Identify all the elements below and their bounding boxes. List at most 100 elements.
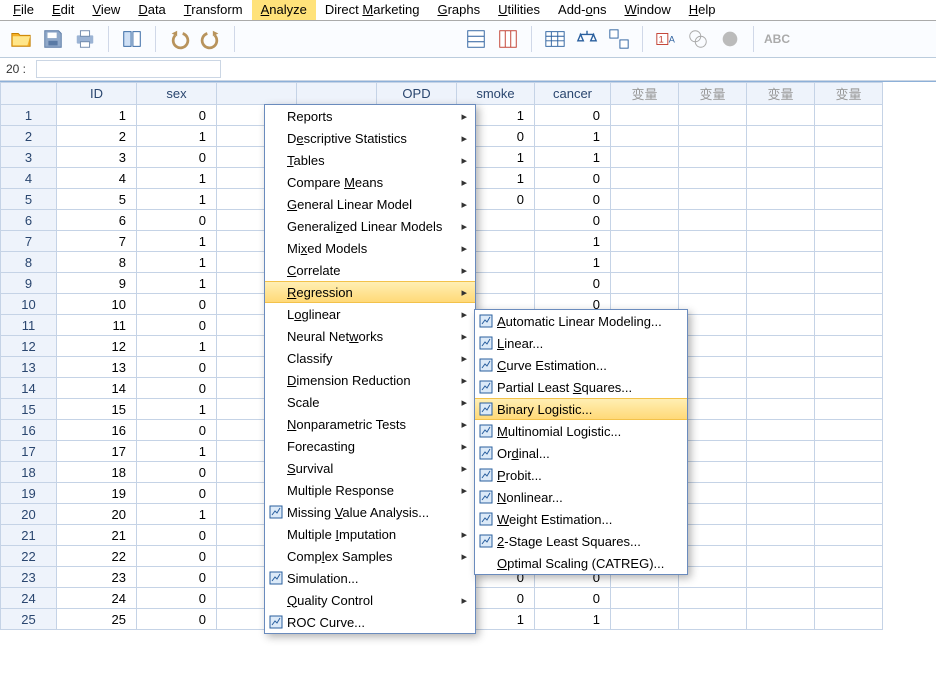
menu-data[interactable]: Data bbox=[129, 0, 174, 20]
cell-empty[interactable] bbox=[747, 357, 815, 378]
cell-cancer[interactable]: 1 bbox=[535, 147, 611, 168]
cell-sex[interactable]: 1 bbox=[137, 231, 217, 252]
cell-sex[interactable]: 1 bbox=[137, 399, 217, 420]
row-header[interactable]: 7 bbox=[1, 231, 57, 252]
row-header[interactable]: 13 bbox=[1, 357, 57, 378]
goto-case-icon[interactable] bbox=[463, 26, 489, 52]
menu-direct-marketing[interactable]: Direct Marketing bbox=[316, 0, 429, 20]
cell-cancer[interactable]: 0 bbox=[535, 105, 611, 126]
cell-empty[interactable] bbox=[611, 147, 679, 168]
cell-empty[interactable] bbox=[679, 147, 747, 168]
cell-value-input[interactable] bbox=[36, 60, 221, 78]
cell-empty[interactable] bbox=[815, 504, 883, 525]
cell-empty[interactable] bbox=[611, 609, 679, 630]
cell-empty[interactable] bbox=[815, 483, 883, 504]
cell-empty[interactable] bbox=[611, 189, 679, 210]
value-labels-icon[interactable]: 1A bbox=[653, 26, 679, 52]
cell-empty[interactable] bbox=[611, 105, 679, 126]
row-header[interactable]: 19 bbox=[1, 483, 57, 504]
regression-item-2-stage-least-squares[interactable]: 2-Stage Least Squares... bbox=[475, 530, 687, 552]
analyze-item-missing-value-analysis[interactable]: Missing Value Analysis... bbox=[265, 501, 475, 523]
cell-sex[interactable]: 0 bbox=[137, 567, 217, 588]
cell-empty[interactable] bbox=[747, 294, 815, 315]
row-header[interactable]: 12 bbox=[1, 336, 57, 357]
cell-empty[interactable] bbox=[679, 336, 747, 357]
cell-empty[interactable] bbox=[815, 168, 883, 189]
cell-id[interactable]: 5 bbox=[57, 189, 137, 210]
cell-id[interactable]: 15 bbox=[57, 399, 137, 420]
cell-empty[interactable] bbox=[747, 546, 815, 567]
cell-sex[interactable]: 0 bbox=[137, 525, 217, 546]
row-header[interactable]: 20 bbox=[1, 504, 57, 525]
cell-empty[interactable] bbox=[747, 609, 815, 630]
cell-empty[interactable] bbox=[747, 315, 815, 336]
row-header[interactable]: 25 bbox=[1, 609, 57, 630]
col-header-smoke[interactable]: smoke bbox=[457, 83, 535, 105]
undo-icon[interactable] bbox=[166, 26, 192, 52]
regression-item-probit[interactable]: Probit... bbox=[475, 464, 687, 486]
cell-id[interactable]: 17 bbox=[57, 441, 137, 462]
analyze-item-simulation[interactable]: Simulation... bbox=[265, 567, 475, 589]
row-header[interactable]: 5 bbox=[1, 189, 57, 210]
split-file-icon[interactable] bbox=[606, 26, 632, 52]
cell-empty[interactable] bbox=[679, 420, 747, 441]
analyze-item-descriptive-statistics[interactable]: Descriptive Statistics bbox=[265, 127, 475, 149]
cell-cancer[interactable]: 1 bbox=[535, 609, 611, 630]
cell-empty[interactable] bbox=[747, 231, 815, 252]
analyze-item-correlate[interactable]: Correlate bbox=[265, 259, 475, 281]
row-header[interactable]: 15 bbox=[1, 399, 57, 420]
row-header[interactable]: 14 bbox=[1, 378, 57, 399]
analyze-item-scale[interactable]: Scale bbox=[265, 391, 475, 413]
analyze-item-dimension-reduction[interactable]: Dimension Reduction bbox=[265, 369, 475, 391]
cell-cancer[interactable]: 0 bbox=[535, 168, 611, 189]
cell-empty[interactable] bbox=[747, 420, 815, 441]
cell-empty[interactable] bbox=[747, 567, 815, 588]
cell-empty[interactable] bbox=[815, 231, 883, 252]
open-icon[interactable] bbox=[8, 26, 34, 52]
cell-empty[interactable] bbox=[815, 273, 883, 294]
col-header-var3[interactable]: 变量 bbox=[747, 83, 815, 105]
cell-empty[interactable] bbox=[747, 378, 815, 399]
regression-item-curve-estimation[interactable]: Curve Estimation... bbox=[475, 354, 687, 376]
cell-empty[interactable] bbox=[679, 189, 747, 210]
cell-id[interactable]: 19 bbox=[57, 483, 137, 504]
cell-empty[interactable] bbox=[679, 252, 747, 273]
menu-transform[interactable]: Transform bbox=[175, 0, 252, 20]
cell-sex[interactable]: 0 bbox=[137, 420, 217, 441]
col-header-var4[interactable]: 变量 bbox=[815, 83, 883, 105]
cell-id[interactable]: 2 bbox=[57, 126, 137, 147]
cell-id[interactable]: 14 bbox=[57, 378, 137, 399]
row-header[interactable]: 8 bbox=[1, 252, 57, 273]
cell-empty[interactable] bbox=[679, 588, 747, 609]
cell-empty[interactable] bbox=[747, 462, 815, 483]
cell-empty[interactable] bbox=[815, 399, 883, 420]
row-header[interactable]: 17 bbox=[1, 441, 57, 462]
analyze-item-loglinear[interactable]: Loglinear bbox=[265, 303, 475, 325]
cell-sex[interactable]: 0 bbox=[137, 210, 217, 231]
cell-id[interactable]: 16 bbox=[57, 420, 137, 441]
cell-empty[interactable] bbox=[611, 252, 679, 273]
analyze-item-survival[interactable]: Survival bbox=[265, 457, 475, 479]
analyze-item-general-linear-model[interactable]: General Linear Model bbox=[265, 193, 475, 215]
cell-empty[interactable] bbox=[611, 168, 679, 189]
row-header[interactable]: 21 bbox=[1, 525, 57, 546]
cell-empty[interactable] bbox=[679, 231, 747, 252]
row-header[interactable]: 3 bbox=[1, 147, 57, 168]
cell-empty[interactable] bbox=[679, 504, 747, 525]
menu-addons[interactable]: Add-ons bbox=[549, 0, 615, 20]
analyze-item-forecasting[interactable]: Forecasting bbox=[265, 435, 475, 457]
menu-analyze[interactable]: Analyze bbox=[252, 0, 316, 20]
weight-icon[interactable] bbox=[574, 26, 600, 52]
print-icon[interactable] bbox=[72, 26, 98, 52]
cell-empty[interactable] bbox=[679, 609, 747, 630]
cell-sex[interactable]: 1 bbox=[137, 189, 217, 210]
cell-empty[interactable] bbox=[747, 588, 815, 609]
col-header-var1[interactable]: 变量 bbox=[611, 83, 679, 105]
row-header[interactable]: 10 bbox=[1, 294, 57, 315]
cell-empty[interactable] bbox=[815, 609, 883, 630]
cell-sex[interactable]: 1 bbox=[137, 273, 217, 294]
cell-sex[interactable]: 1 bbox=[137, 441, 217, 462]
cell-empty[interactable] bbox=[679, 168, 747, 189]
analyze-item-quality-control[interactable]: Quality Control bbox=[265, 589, 475, 611]
cell-id[interactable]: 25 bbox=[57, 609, 137, 630]
